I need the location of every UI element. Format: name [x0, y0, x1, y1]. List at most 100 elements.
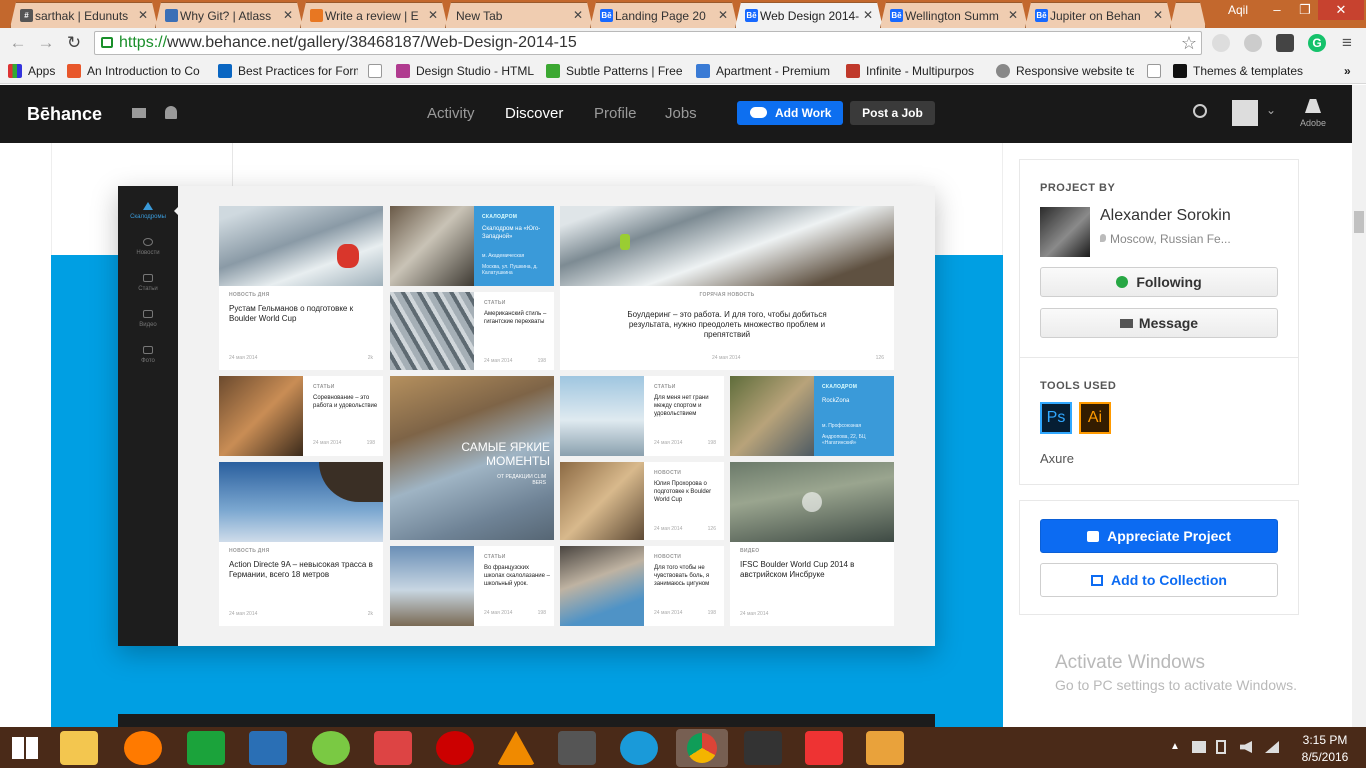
nav-discover[interactable]: Discover: [505, 105, 563, 122]
network-flag-icon[interactable]: [1192, 741, 1206, 753]
author-avatar[interactable]: [1040, 207, 1090, 257]
add-work-button[interactable]: Add Work: [737, 101, 843, 125]
more-bookmarks-icon[interactable]: »: [1344, 62, 1364, 80]
scrollbar-thumb[interactable]: [1354, 211, 1364, 233]
app-icon[interactable]: [866, 731, 904, 765]
bookmark-themes[interactable]: Themes & templates: [1173, 62, 1333, 80]
opera-icon[interactable]: [436, 731, 474, 765]
close-window-button[interactable]: ✕: [1318, 0, 1364, 20]
nav-activity[interactable]: Activity: [427, 105, 475, 122]
close-icon[interactable]: ✕: [718, 8, 728, 22]
mock-card: НОВОСТИ Для того чтобы не чувствовать бо…: [560, 546, 724, 626]
wifi-signal-icon[interactable]: [1265, 741, 1279, 753]
minimize-button[interactable]: –: [1262, 0, 1292, 20]
appreciate-project-button[interactable]: Appreciate Project: [1040, 519, 1278, 553]
search-icon[interactable]: [1193, 104, 1207, 118]
bookmark-apartment[interactable]: Apartment - Premium: [696, 62, 834, 80]
card-title: Боулдеринг – это работа. И для того, что…: [627, 310, 827, 339]
internet-explorer-icon[interactable]: [620, 731, 658, 765]
close-icon[interactable]: ✕: [863, 8, 873, 22]
card-views: 126: [875, 355, 884, 361]
wechat-icon[interactable]: [312, 731, 350, 765]
bookmark-apps[interactable]: Apps: [8, 62, 70, 80]
envelope-icon: [1119, 319, 1133, 328]
grammarly-icon[interactable]: G: [1308, 34, 1326, 52]
tab-sarthak[interactable]: # sarthak | Edunuts ✕: [10, 2, 158, 28]
nav-jobs[interactable]: Jobs: [665, 105, 697, 122]
avatar[interactable]: [1232, 100, 1258, 126]
page-scrollbar[interactable]: [1352, 85, 1366, 727]
maximize-button[interactable]: ❐: [1292, 0, 1318, 20]
new-tab-button[interactable]: [1170, 2, 1206, 28]
extension-icon[interactable]: [1244, 34, 1262, 52]
close-icon[interactable]: ✕: [428, 8, 438, 22]
close-icon[interactable]: ✕: [1153, 8, 1163, 22]
nav-profile[interactable]: Profile: [594, 105, 637, 122]
mail-app-icon[interactable]: [249, 731, 287, 765]
clock-date[interactable]: 8/5/2016: [1295, 750, 1355, 764]
mail-icon[interactable]: [132, 108, 146, 118]
bookmark-intro[interactable]: An Introduction to Co: [67, 62, 205, 80]
tab-landing-page[interactable]: Bē Landing Page 20 ✕: [590, 2, 738, 28]
vlc-icon[interactable]: [497, 731, 535, 765]
windows-start-icon[interactable]: [12, 737, 38, 759]
chrome-taskbar-button[interactable]: [676, 729, 728, 767]
bluestacks-icon[interactable]: [805, 731, 843, 765]
bell-icon[interactable]: [165, 106, 177, 119]
firefox-icon[interactable]: [124, 731, 162, 765]
volume-icon[interactable]: [1240, 741, 1252, 753]
review-icon: [310, 9, 323, 22]
snipping-tool-icon[interactable]: [374, 731, 412, 765]
bookmark-page[interactable]: [1147, 62, 1167, 80]
menu-icon[interactable]: ≡: [1336, 32, 1358, 54]
back-icon[interactable]: ←: [7, 32, 29, 54]
user-profile-label[interactable]: Aqil: [1218, 0, 1258, 20]
post-job-button[interactable]: Post a Job: [850, 101, 935, 125]
card-views: 126: [707, 526, 716, 532]
message-button[interactable]: Message: [1040, 308, 1278, 338]
book-icon: [143, 274, 153, 282]
behance-logo[interactable]: Bēhance: [27, 104, 102, 125]
clock-time[interactable]: 3:15 PM: [1295, 733, 1355, 747]
card-views: 198: [707, 440, 716, 446]
thumbs-up-icon: [1087, 531, 1100, 542]
tab-new-tab[interactable]: New Tab ✕: [445, 2, 593, 28]
address-bar[interactable]: https://www.behance.net/gallery/38468187…: [94, 31, 1202, 55]
illustrator-icon[interactable]: Ai: [1079, 402, 1111, 434]
sublime-text-icon[interactable]: [558, 731, 596, 765]
battery-icon[interactable]: [1216, 740, 1226, 754]
terminal-icon[interactable]: [744, 731, 782, 765]
photoshop-icon[interactable]: Ps: [1040, 402, 1072, 434]
bookmark-page[interactable]: [368, 62, 388, 80]
store-icon[interactable]: [187, 731, 225, 765]
file-explorer-icon[interactable]: [60, 731, 98, 765]
tab-wellington[interactable]: Bē Wellington Summ ✕: [880, 2, 1028, 28]
following-button[interactable]: Following: [1040, 267, 1278, 297]
add-to-collection-button[interactable]: Add to Collection: [1040, 563, 1278, 597]
extension-icon[interactable]: [1276, 34, 1294, 52]
tab-why-git[interactable]: Why Git? | Atlass ✕: [155, 2, 303, 28]
extension-icon[interactable]: [1212, 34, 1230, 52]
chevron-down-icon[interactable]: ⌄: [1266, 103, 1276, 117]
tab-write-review[interactable]: Write a review | E ✕: [300, 2, 448, 28]
tab-web-design[interactable]: Bē Web Design 2014- ✕: [735, 2, 883, 28]
close-icon[interactable]: ✕: [283, 8, 293, 22]
bookmark-star-icon[interactable]: ☆: [1181, 32, 1197, 54]
bookmark-infinite[interactable]: Infinite - Multipurpos: [846, 62, 986, 80]
card-date: 24 мая 2014: [654, 526, 683, 532]
tray-expand-icon[interactable]: ▲: [1170, 741, 1180, 752]
bookmark-subtle-patterns[interactable]: Subtle Patterns | Free: [546, 62, 682, 80]
tool-axure[interactable]: Axure: [1040, 451, 1074, 466]
author-name[interactable]: Alexander Sorokin: [1100, 207, 1231, 225]
ice-arch-photo: [560, 376, 644, 456]
forward-icon[interactable]: →: [35, 32, 57, 54]
close-icon[interactable]: ✕: [1008, 8, 1018, 22]
reload-icon[interactable]: ↻: [63, 32, 85, 54]
bookmark-best-practices[interactable]: Best Practices for Form: [218, 62, 358, 80]
bookmark-responsive[interactable]: Responsive website te: [996, 62, 1134, 80]
bookmark-design-studio[interactable]: Design Studio - HTML: [396, 62, 536, 80]
close-icon[interactable]: ✕: [138, 8, 148, 22]
tab-jupiter[interactable]: Bē Jupiter on Behan ✕: [1025, 2, 1173, 28]
close-icon[interactable]: ✕: [573, 8, 583, 22]
adobe-logo-icon[interactable]: [1305, 99, 1321, 113]
